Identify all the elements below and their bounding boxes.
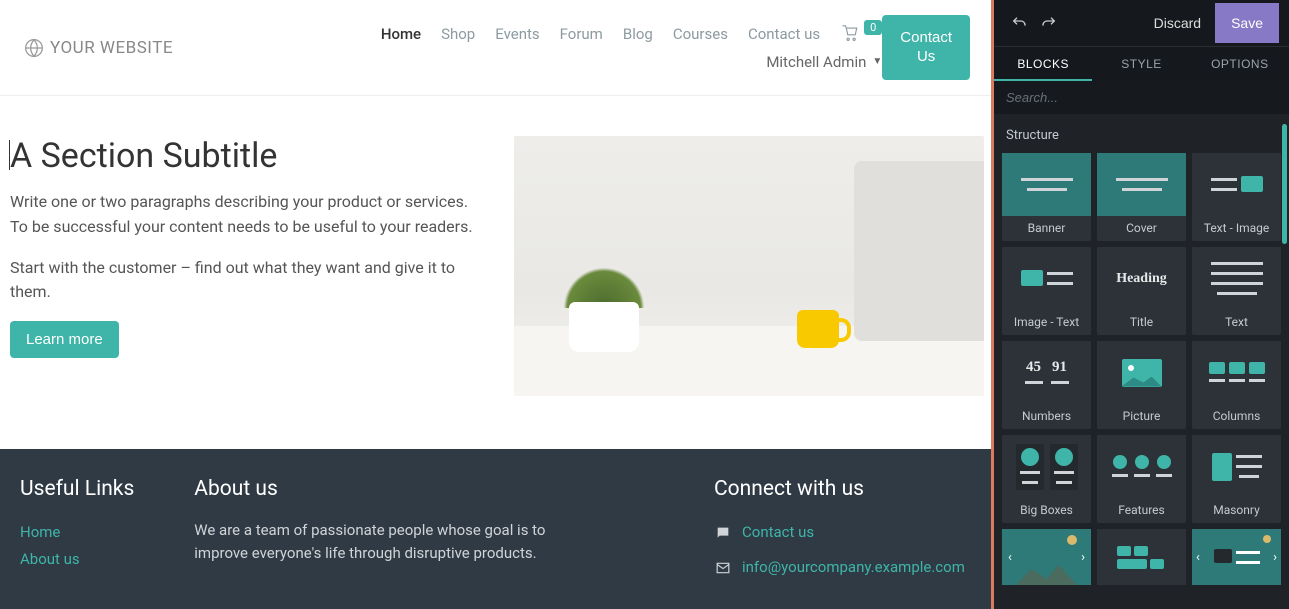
block-title[interactable]: Heading Title [1097,247,1186,335]
logo-text: YOUR WEBSITE [50,38,173,58]
editor-toolbar: Discard Save [994,0,1289,46]
text-cursor [9,140,10,170]
chevron-left-icon: ‹ [1008,550,1012,565]
block-columns[interactable]: Columns [1192,341,1281,429]
footer-connect-title: Connect with us [714,477,974,501]
chevron-right-icon: › [1273,550,1277,565]
footer-links-col: Useful Links Home About us [20,477,134,589]
section-title[interactable]: A Section Subtitle [10,136,478,176]
block-masonry[interactable]: Masonry [1192,435,1281,523]
contact-us-button[interactable]: Contact Us [882,15,970,81]
footer-links-title: Useful Links [20,477,134,501]
footer-link-home[interactable]: Home [20,519,134,546]
learn-more-button[interactable]: Learn more [10,321,119,358]
redo-icon [1041,15,1057,31]
structure-label: Structure [1006,128,1277,143]
tab-style[interactable]: STYLE [1092,47,1190,81]
cart-button[interactable]: 0 [840,25,882,43]
chevron-left-icon: ‹ [1196,550,1200,565]
footer-contact-link[interactable]: Contact us [742,519,814,546]
save-button[interactable]: Save [1215,3,1279,43]
footer-connect-col: Connect with us Contact us info@yourcomp… [714,477,974,589]
block-grid: Banner Cover Text - Image Image - Text H… [1002,153,1281,585]
footer-email-link[interactable]: info@yourcompany.example.com [742,554,965,581]
nav-shop[interactable]: Shop [441,25,475,43]
redo-button[interactable] [1034,8,1064,38]
cart-icon [840,25,860,43]
envelope-icon [714,561,732,575]
section-subtitle-block[interactable]: A Section Subtitle Write one or two para… [0,96,994,449]
site-header: YOUR WEBSITE Home Shop Events Forum Blog… [0,0,994,96]
block-showcase[interactable]: ‹› [1192,529,1281,585]
block-numbers[interactable]: 4591 Numbers [1002,341,1091,429]
block-search-input[interactable] [994,81,1289,114]
block-banner[interactable]: Banner [1002,153,1091,241]
cart-count-badge: 0 [864,20,882,35]
section-paragraph-2[interactable]: Start with the customer – find out what … [10,256,478,306]
user-name: Mitchell Admin [766,53,866,71]
footer-about-text: We are a team of passionate people whose… [194,519,594,566]
editor-panel: Discard Save BLOCKS STYLE OPTIONS Struct… [994,0,1289,609]
undo-button[interactable] [1004,8,1034,38]
user-menu[interactable]: Mitchell Admin ▼ [766,53,882,71]
desk-photo-placeholder [514,136,984,396]
nav-events[interactable]: Events [495,25,539,43]
website-preview: YOUR WEBSITE Home Shop Events Forum Blog… [0,0,994,609]
editor-body: Structure Banner Cover Text - Image Imag… [994,114,1289,609]
editor-tabs: BLOCKS STYLE OPTIONS [994,46,1289,81]
block-text-image[interactable]: Text - Image [1192,153,1281,241]
section-paragraph-1[interactable]: Write one or two paragraphs describing y… [10,190,478,240]
footer-about-title: About us [194,477,654,501]
site-footer: Useful Links Home About us About us We a… [0,449,994,609]
block-picture[interactable]: Picture [1097,341,1186,429]
footer-about-col: About us We are a team of passionate peo… [194,477,654,589]
nav-courses[interactable]: Courses [673,25,728,43]
section-image[interactable] [508,136,984,409]
block-text[interactable]: Text [1192,247,1281,335]
chat-icon [714,525,732,541]
block-image-text[interactable]: Image - Text [1002,247,1091,335]
tab-options[interactable]: OPTIONS [1191,47,1289,81]
caret-down-icon: ▼ [872,56,882,67]
block-features[interactable]: Features [1097,435,1186,523]
undo-icon [1011,15,1027,31]
block-carousel[interactable]: ‹› [1002,529,1091,585]
globe-icon [24,38,44,58]
nav-blog[interactable]: Blog [623,25,653,43]
tab-blocks[interactable]: BLOCKS [994,47,1092,81]
footer-link-about[interactable]: About us [20,546,134,573]
chevron-right-icon: › [1081,550,1085,565]
site-logo[interactable]: YOUR WEBSITE [24,38,173,58]
nav-forum[interactable]: Forum [560,25,603,43]
block-big-boxes[interactable]: Big Boxes [1002,435,1091,523]
nav-home[interactable]: Home [381,25,421,43]
discard-button[interactable]: Discard [1140,3,1215,43]
nav-contact[interactable]: Contact us [748,25,820,43]
block-media-list[interactable] [1097,529,1186,585]
editor-scrollbar[interactable] [1282,124,1287,244]
block-cover[interactable]: Cover [1097,153,1186,241]
